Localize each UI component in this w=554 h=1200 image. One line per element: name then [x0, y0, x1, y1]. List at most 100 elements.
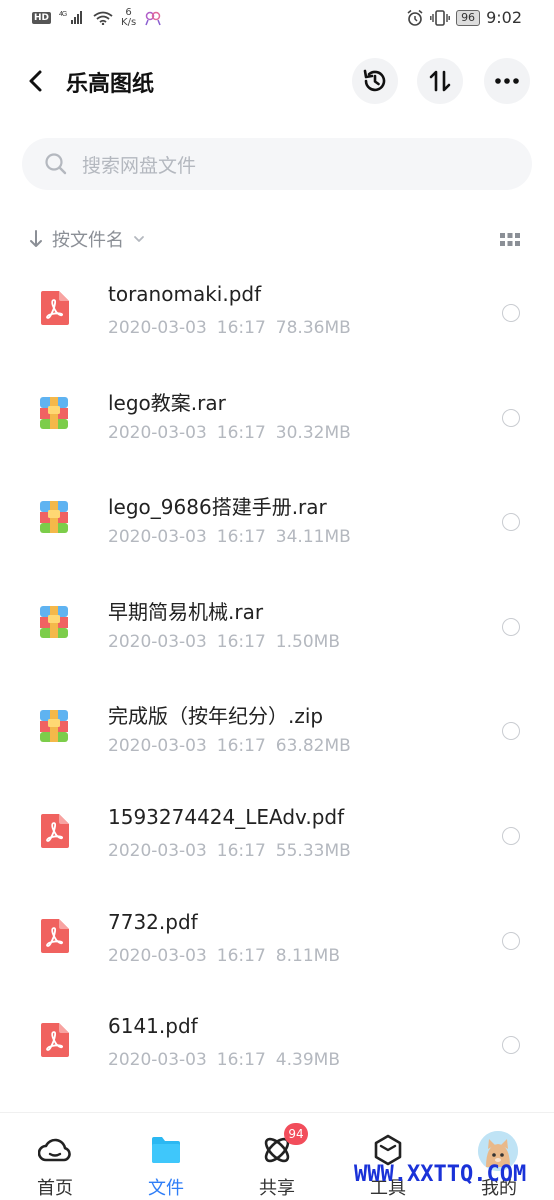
file-meta: 2020-03-03 16:17 34.11MB — [108, 527, 351, 547]
hd-indicator: HD — [32, 12, 52, 24]
select-checkbox[interactable] — [502, 408, 520, 427]
search-input[interactable]: 搜索网盘文件 — [22, 138, 532, 190]
battery-indicator: 96 — [456, 9, 481, 26]
sort-label: 按文件名 — [52, 230, 124, 251]
status-right: 96 9:02 — [406, 8, 522, 27]
file-time: 16:17 — [216, 736, 266, 757]
pdf-file-icon — [38, 918, 70, 953]
pdf-file-icon — [38, 1023, 70, 1058]
file-row[interactable]: 早期简易机械.rar 2020-03-03 16:17 1.50MB — [0, 574, 554, 679]
file-row[interactable]: 7732.pdf 2020-03-03 16:17 8.11MB — [0, 888, 554, 993]
file-date: 2020-03-03 — [108, 422, 207, 443]
file-time: 16:17 — [216, 422, 266, 443]
wifi-icon — [93, 11, 113, 25]
sort-order-button[interactable] — [417, 58, 463, 104]
nav-home[interactable]: 首页 — [0, 1113, 110, 1200]
svg-text:4G: 4G — [59, 11, 67, 18]
file-row[interactable]: 1593274424_LEAdv.pdf 2020-03-03 16:17 55.33… — [0, 783, 554, 888]
history-icon — [363, 69, 386, 92]
file-size: 8.11MB — [275, 945, 340, 966]
file-meta: 2020-03-03 16:17 63.82MB — [108, 736, 351, 756]
select-checkbox[interactable] — [502, 304, 520, 322]
file-name: toranomaki.pdf — [108, 282, 262, 306]
select-checkbox[interactable] — [502, 931, 520, 950]
share-badge: 94 — [284, 1123, 308, 1145]
nav-files[interactable]: 文件 — [111, 1113, 221, 1200]
file-name: 7732.pdf — [108, 909, 198, 934]
file-name: 6141.pdf — [108, 1014, 198, 1039]
file-time: 16:17 — [216, 945, 266, 966]
chevron-left-icon — [29, 70, 42, 92]
speed-unit: K/s — [121, 17, 137, 28]
cloud-home-icon — [38, 1138, 71, 1162]
archive-file-icon — [38, 396, 70, 430]
select-checkbox[interactable] — [502, 826, 520, 845]
file-time: 16:17 — [216, 527, 266, 548]
file-size: 1.50MB — [275, 631, 340, 652]
file-date: 2020-03-03 — [108, 527, 207, 548]
signal-icon: 4G — [59, 9, 85, 28]
file-meta: 2020-03-03 16:17 8.11MB — [108, 946, 340, 966]
nav-share[interactable]: 94 共享 — [222, 1113, 332, 1200]
select-checkbox[interactable] — [502, 1036, 520, 1055]
file-time: 16:17 — [216, 840, 266, 861]
file-size: 34.11MB — [275, 527, 351, 548]
nav-home-label: 首页 — [37, 1178, 73, 1199]
archive-file-icon — [38, 605, 70, 639]
sort-bar: 按文件名 — [28, 226, 524, 256]
nav-files-label: 文件 — [148, 1178, 184, 1199]
file-date: 2020-03-03 — [108, 840, 207, 861]
search-placeholder: 搜索网盘文件 — [82, 154, 197, 177]
alarm-icon — [407, 9, 423, 26]
vibrate-icon — [430, 9, 450, 26]
watermark-text: WWW.XXTTQ.COM — [354, 1162, 527, 1187]
file-row[interactable]: toranomaki.pdf 2020-03-03 16:17 78.36MB — [0, 260, 554, 365]
file-size: 63.82MB — [275, 736, 351, 757]
select-checkbox[interactable] — [502, 617, 520, 636]
file-name: lego_9686搭建手册.rar — [108, 495, 327, 520]
sort-by-name-toggle[interactable]: 按文件名 — [28, 226, 146, 252]
file-size: 78.36MB — [275, 318, 351, 338]
file-date: 2020-03-03 — [108, 736, 207, 757]
file-meta: 2020-03-03 16:17 78.36MB — [108, 318, 351, 338]
select-checkbox[interactable] — [502, 722, 520, 741]
grid-view-icon[interactable] — [500, 233, 520, 247]
file-meta: 2020-03-03 16:17 55.33MB — [108, 841, 351, 861]
chevron-down-icon — [134, 236, 144, 242]
file-size: 55.33MB — [275, 840, 351, 861]
file-date: 2020-03-03 — [108, 1050, 207, 1071]
file-size: 4.39MB — [275, 1050, 340, 1071]
pdf-file-icon — [38, 813, 70, 848]
file-date: 2020-03-03 — [108, 631, 207, 652]
file-meta: 2020-03-03 16:17 1.50MB — [108, 632, 340, 652]
back-button[interactable] — [22, 64, 52, 98]
file-meta: 2020-03-03 16:17 30.32MB — [108, 423, 351, 443]
file-row[interactable]: 完成版（按年纪分）.zip 2020-03-03 16:17 63.82MB — [0, 678, 554, 783]
file-time: 16:17 — [216, 631, 266, 652]
file-date: 2020-03-03 — [108, 318, 207, 338]
file-name: 早期简易机械.rar — [108, 599, 264, 624]
file-time: 16:17 — [216, 1050, 266, 1071]
file-name: lego教案.rar — [108, 390, 226, 415]
arrow-down-icon — [30, 230, 42, 247]
file-row[interactable]: lego教案.rar 2020-03-03 16:17 30.32MB — [0, 365, 554, 470]
page-title: 乐高图纸 — [66, 72, 155, 97]
file-row[interactable]: lego_9686搭建手册.rar 2020-03-03 16:17 34.11MB — [0, 469, 554, 574]
more-dots-icon — [495, 78, 519, 84]
file-row[interactable]: 6141.pdf 2020-03-03 16:17 4.39MB — [0, 992, 554, 1097]
status-bar: HD 4G 6 K/s 96 9:02 — [0, 0, 554, 40]
file-name: 1593274424_LEAdv.pdf — [108, 804, 345, 829]
more-button[interactable] — [484, 58, 530, 104]
file-list: toranomaki.pdf 2020-03-03 16:17 78.36MB lego… — [0, 260, 554, 1097]
app-notification-icon — [145, 11, 161, 26]
file-size: 30.32MB — [275, 422, 351, 443]
history-button[interactable] — [352, 58, 398, 104]
archive-file-icon — [38, 500, 70, 534]
sort-arrows-icon — [429, 70, 451, 92]
select-checkbox[interactable] — [502, 513, 520, 532]
status-left: HD 4G 6 K/s — [32, 8, 162, 28]
nav-share-label: 共享 — [259, 1178, 295, 1199]
file-time: 16:17 — [216, 318, 266, 338]
file-name: 完成版（按年纪分）.zip — [108, 704, 324, 729]
pdf-file-icon — [38, 291, 70, 325]
